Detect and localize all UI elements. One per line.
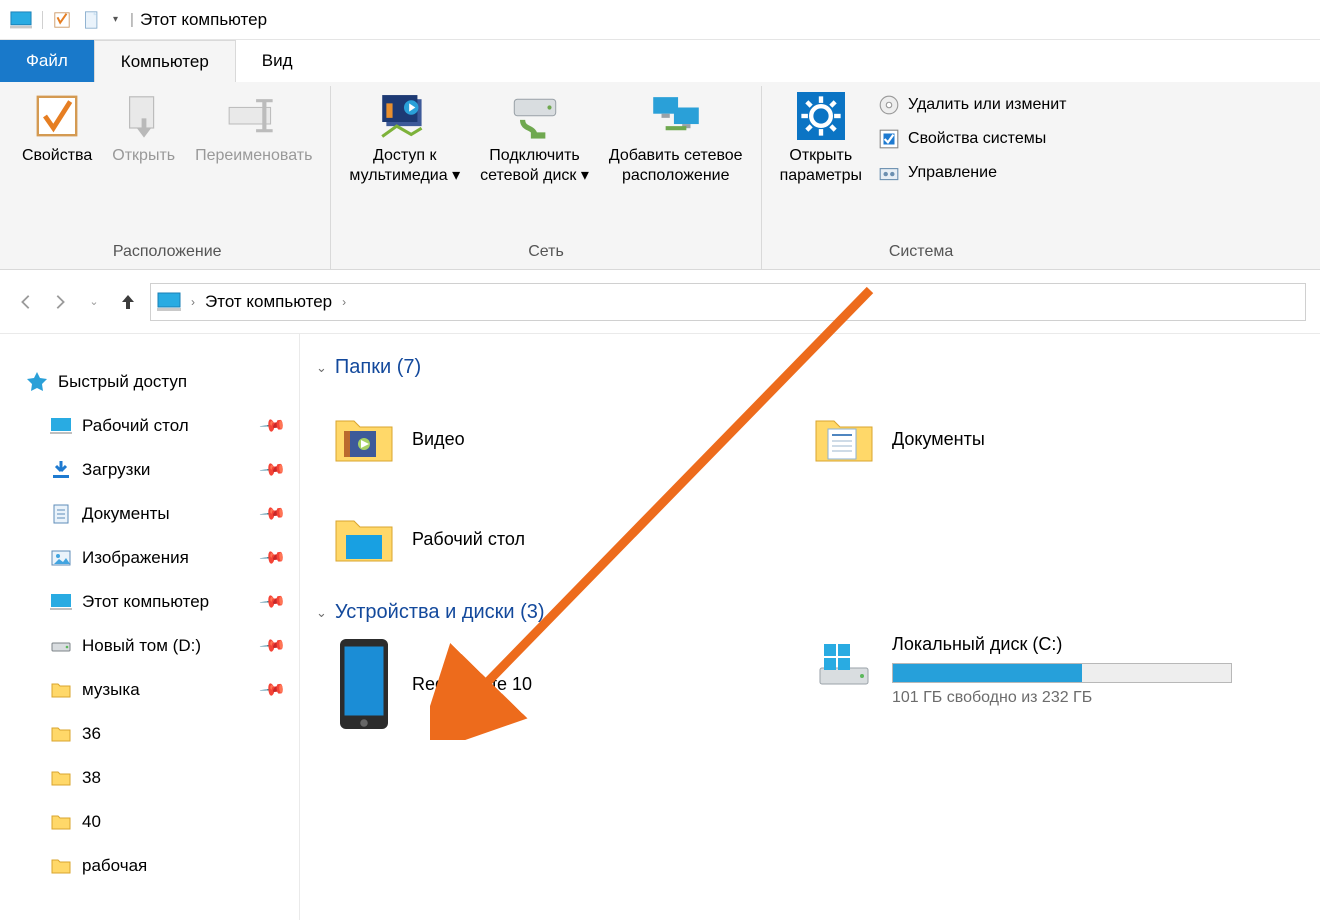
rename-button[interactable]: Переименовать xyxy=(189,88,318,170)
manage-icon xyxy=(878,162,900,184)
system-properties-button[interactable]: Свойства системы xyxy=(876,124,1068,154)
pc-icon xyxy=(50,591,72,613)
title-bar: ▾ | Этот компьютер xyxy=(0,0,1320,40)
device-item-phone[interactable]: Redmi Note 10 xyxy=(312,634,792,734)
open-icon xyxy=(120,92,168,140)
map-drive-button[interactable]: Подключить сетевой диск ▾ xyxy=(474,88,595,190)
desktop-icon xyxy=(50,415,72,437)
manage-button[interactable]: Управление xyxy=(876,158,1068,188)
up-button[interactable] xyxy=(116,290,140,314)
picture-icon xyxy=(50,547,72,569)
ribbon-group-label: Сеть xyxy=(343,237,748,269)
tab-view[interactable]: Вид xyxy=(236,40,319,82)
sidebar-item-desktop[interactable]: Рабочий стол 📌 xyxy=(50,404,293,448)
ribbon-group-network: Доступ к мультимедиа ▾ Подключить сетево… xyxy=(331,86,761,269)
pin-icon: 📌 xyxy=(258,412,287,441)
ribbon-tabs: Файл Компьютер Вид xyxy=(0,40,1320,82)
folder-video-icon xyxy=(334,409,394,469)
add-network-location-button[interactable]: Добавить сетевое расположение xyxy=(603,88,749,190)
sidebar-item-folder[interactable]: 36 xyxy=(50,712,293,756)
pc-icon xyxy=(10,11,32,29)
network-location-icon xyxy=(647,92,705,140)
pin-icon: 📌 xyxy=(258,588,287,617)
star-icon xyxy=(26,371,48,393)
phone-icon xyxy=(334,654,394,714)
breadcrumb[interactable]: › Этот компьютер › xyxy=(150,283,1306,321)
divider xyxy=(42,11,43,29)
qat-doc-icon[interactable] xyxy=(81,9,103,31)
qat-dropdown-icon[interactable]: ▾ xyxy=(113,14,118,25)
media-access-button[interactable]: Доступ к мультимедиа ▾ xyxy=(343,88,466,190)
folder-item-documents[interactable]: Документы xyxy=(792,389,1272,489)
pin-icon: 📌 xyxy=(258,456,287,485)
chevron-down-icon: ⌄ xyxy=(316,605,327,621)
folder-icon xyxy=(50,723,72,745)
sidebar-item-music[interactable]: музыка 📌 xyxy=(50,668,293,712)
sidebar-item-folder[interactable]: 40 xyxy=(50,800,293,844)
pc-icon xyxy=(157,292,181,312)
ribbon-group-location: Свойства Открыть Переименовать Расположе… xyxy=(4,86,331,269)
sidebar-item-downloads[interactable]: Загрузки 📌 xyxy=(50,448,293,492)
sidebar-item-thispc[interactable]: Этот компьютер 📌 xyxy=(50,580,293,624)
group-header-devices[interactable]: ⌄ Устройства и диски (3) xyxy=(316,601,1308,624)
rename-icon xyxy=(225,92,283,140)
media-icon xyxy=(376,92,434,140)
sidebar-item-drive-d[interactable]: Новый том (D:) 📌 xyxy=(50,624,293,668)
window-title: Этот компьютер xyxy=(140,10,267,30)
sidebar-quick-access[interactable]: Быстрый доступ xyxy=(26,360,293,404)
chevron-down-icon: ⌄ xyxy=(316,360,327,376)
ribbon-group-system: Открыть параметры Удалить или изменит Св… xyxy=(762,86,1081,269)
sidebar-item-folder[interactable]: рабочая xyxy=(50,844,293,888)
document-icon xyxy=(50,503,72,525)
group-header-folders[interactable]: ⌄ Папки (7) xyxy=(316,356,1308,379)
folder-item-videos[interactable]: Видео xyxy=(312,389,792,489)
back-button[interactable] xyxy=(14,290,38,314)
nav-sidebar: Быстрый доступ Рабочий стол 📌 Загрузки 📌… xyxy=(0,334,300,920)
ribbon-group-label: Расположение xyxy=(16,237,318,269)
gear-icon xyxy=(797,92,845,140)
content-pane: ⌄ Папки (7) Видео Документы Рабочий ст xyxy=(300,334,1320,920)
qat-properties-icon[interactable] xyxy=(51,9,73,31)
pin-icon: 📌 xyxy=(258,632,287,661)
pin-icon: 📌 xyxy=(258,500,287,529)
open-button[interactable]: Открыть xyxy=(106,88,181,170)
pin-icon: 📌 xyxy=(258,544,287,573)
drive-capacity-bar xyxy=(892,663,1232,683)
forward-button[interactable] xyxy=(48,290,72,314)
folder-icon xyxy=(50,855,72,877)
address-bar: ⌄ › Этот компьютер › xyxy=(0,270,1320,334)
chevron-right-icon[interactable]: › xyxy=(191,295,195,309)
sidebar-item-folder[interactable]: 38 xyxy=(50,756,293,800)
folder-docs-icon xyxy=(814,409,874,469)
tab-computer[interactable]: Компьютер xyxy=(94,40,236,82)
cd-icon xyxy=(878,94,900,116)
drive-network-icon xyxy=(506,92,564,140)
folder-icon xyxy=(50,679,72,701)
drive-c-icon xyxy=(814,634,874,694)
chevron-right-icon[interactable]: › xyxy=(342,295,346,309)
drive-item-c[interactable]: Локальный диск (C:) 101 ГБ свободно из 2… xyxy=(792,634,1272,734)
breadcrumb-item[interactable]: Этот компьютер xyxy=(205,292,332,312)
open-settings-button[interactable]: Открыть параметры xyxy=(774,88,868,190)
sidebar-item-pictures[interactable]: Изображения 📌 xyxy=(50,536,293,580)
uninstall-programs-button[interactable]: Удалить или изменит xyxy=(876,90,1068,120)
folder-desktop-icon xyxy=(334,509,394,569)
sidebar-item-documents[interactable]: Документы 📌 xyxy=(50,492,293,536)
tab-file[interactable]: Файл xyxy=(0,40,94,82)
ribbon-group-label: Система xyxy=(774,237,1069,269)
checkbox-icon xyxy=(33,92,81,140)
sysprops-icon xyxy=(878,128,900,150)
drive-icon xyxy=(50,635,72,657)
recent-button[interactable]: ⌄ xyxy=(82,290,106,314)
divider: | xyxy=(130,11,134,28)
properties-button[interactable]: Свойства xyxy=(16,88,98,170)
download-icon xyxy=(50,459,72,481)
ribbon: Свойства Открыть Переименовать Расположе… xyxy=(0,82,1320,270)
folder-icon xyxy=(50,811,72,833)
folder-icon xyxy=(50,767,72,789)
folder-item-desktop[interactable]: Рабочий стол xyxy=(312,489,792,589)
pin-icon: 📌 xyxy=(258,676,287,705)
